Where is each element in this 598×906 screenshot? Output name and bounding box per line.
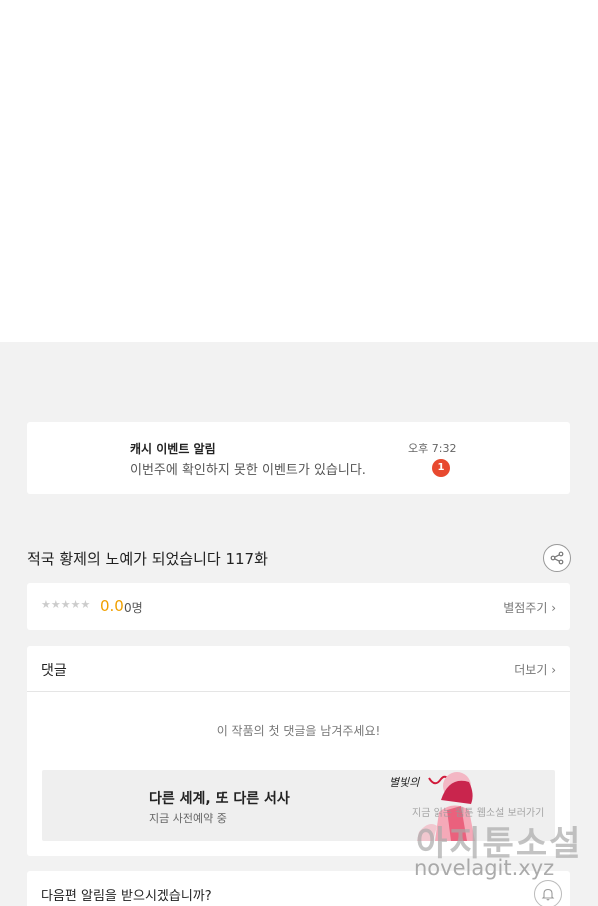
webtoon-content-area (0, 0, 598, 342)
comment-section: 댓글 더보기 › 이 작품의 첫 댓글을 남겨주세요! 다른 세계, 또 다른 … (27, 646, 570, 856)
notice-body: 이번주에 확인하지 못한 이벤트가 있습니다. (130, 463, 366, 478)
rating-score: 0.0 (100, 597, 124, 615)
empty-comment-prompt: 이 작품의 첫 댓글을 남겨주세요! (216, 724, 381, 738)
comments-more-button[interactable]: 더보기 › (514, 661, 556, 678)
notice-count-badge: 1 (432, 459, 450, 477)
rate-button[interactable]: 별점주기 › (503, 599, 556, 616)
rating-stars: ★★★★★ (41, 598, 91, 611)
rating-count: 0명 (124, 601, 143, 615)
notice-title: 캐시 이벤트 알림 (130, 442, 216, 456)
banner-subtitle: 지금 사전예약 중 (149, 812, 227, 825)
banner-title: 다른 세계, 또 다른 서사 (149, 791, 290, 807)
episode-title: 적국 황제의 노예가 되었습니다 117화 (27, 550, 268, 568)
cash-event-notice[interactable]: 캐시 이벤트 알림 오후 7:32 이번주에 확인하지 못한 이벤트가 있습니다… (27, 422, 570, 494)
share-button[interactable] (543, 544, 571, 572)
comment-title: 댓글 (41, 663, 67, 679)
share-icon (550, 551, 564, 565)
alarm-prompt: 다음편 알림을 받으시겠습니까? (41, 889, 212, 904)
banner-art-logo: 별빛의 (389, 776, 420, 789)
bell-icon (541, 888, 555, 901)
next-episode-alarm: 다음편 알림을 받으시겠습니까? (27, 871, 570, 906)
promo-banner[interactable]: 다른 세계, 또 다른 서사 지금 사전예약 중 별빛의 (42, 770, 555, 841)
banner-character-art: 별빛의 (389, 772, 475, 841)
notice-time: 오후 7:32 (408, 442, 457, 455)
rating-panel: ★★★★★ 0.0 0명 별점주기 › (27, 583, 570, 630)
comment-header: 댓글 더보기 › (27, 646, 570, 692)
alarm-bell-button[interactable] (534, 880, 562, 906)
